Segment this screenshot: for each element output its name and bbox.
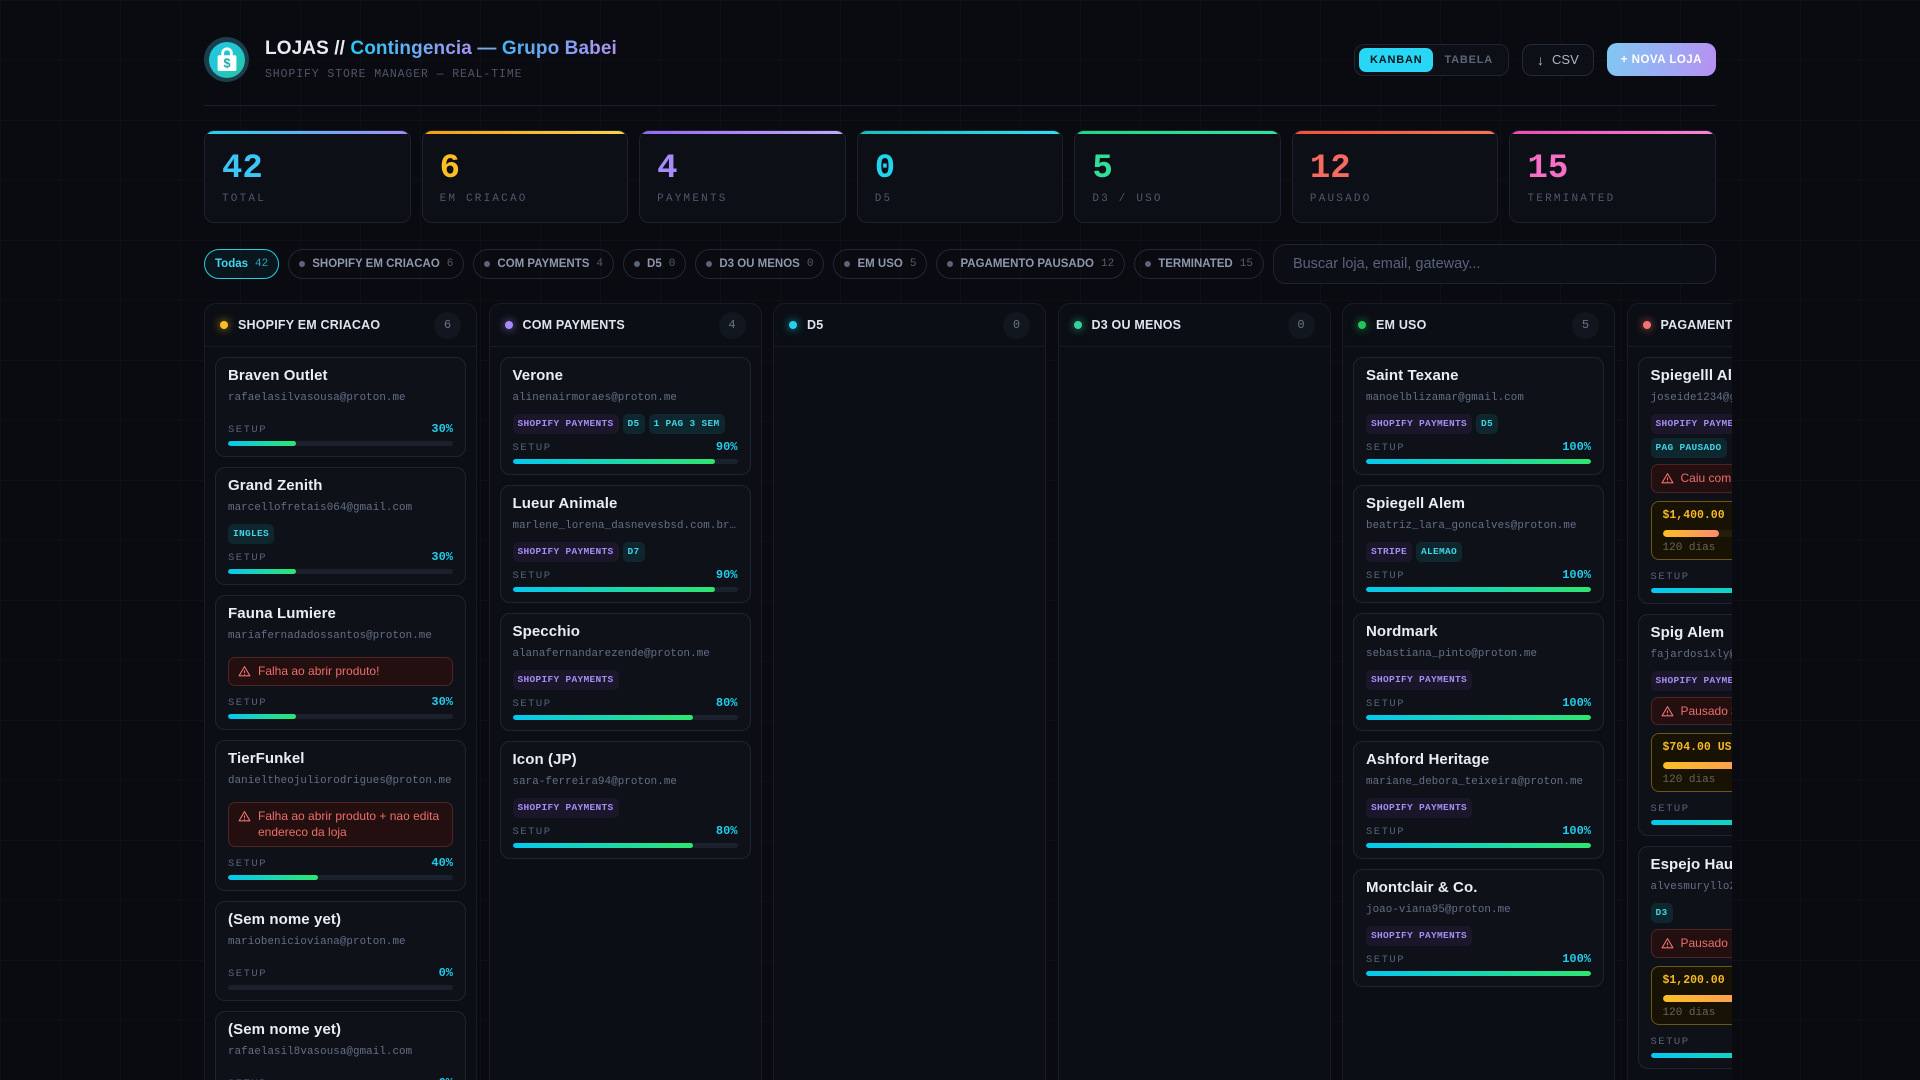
svg-text:$: $ [223, 56, 230, 70]
